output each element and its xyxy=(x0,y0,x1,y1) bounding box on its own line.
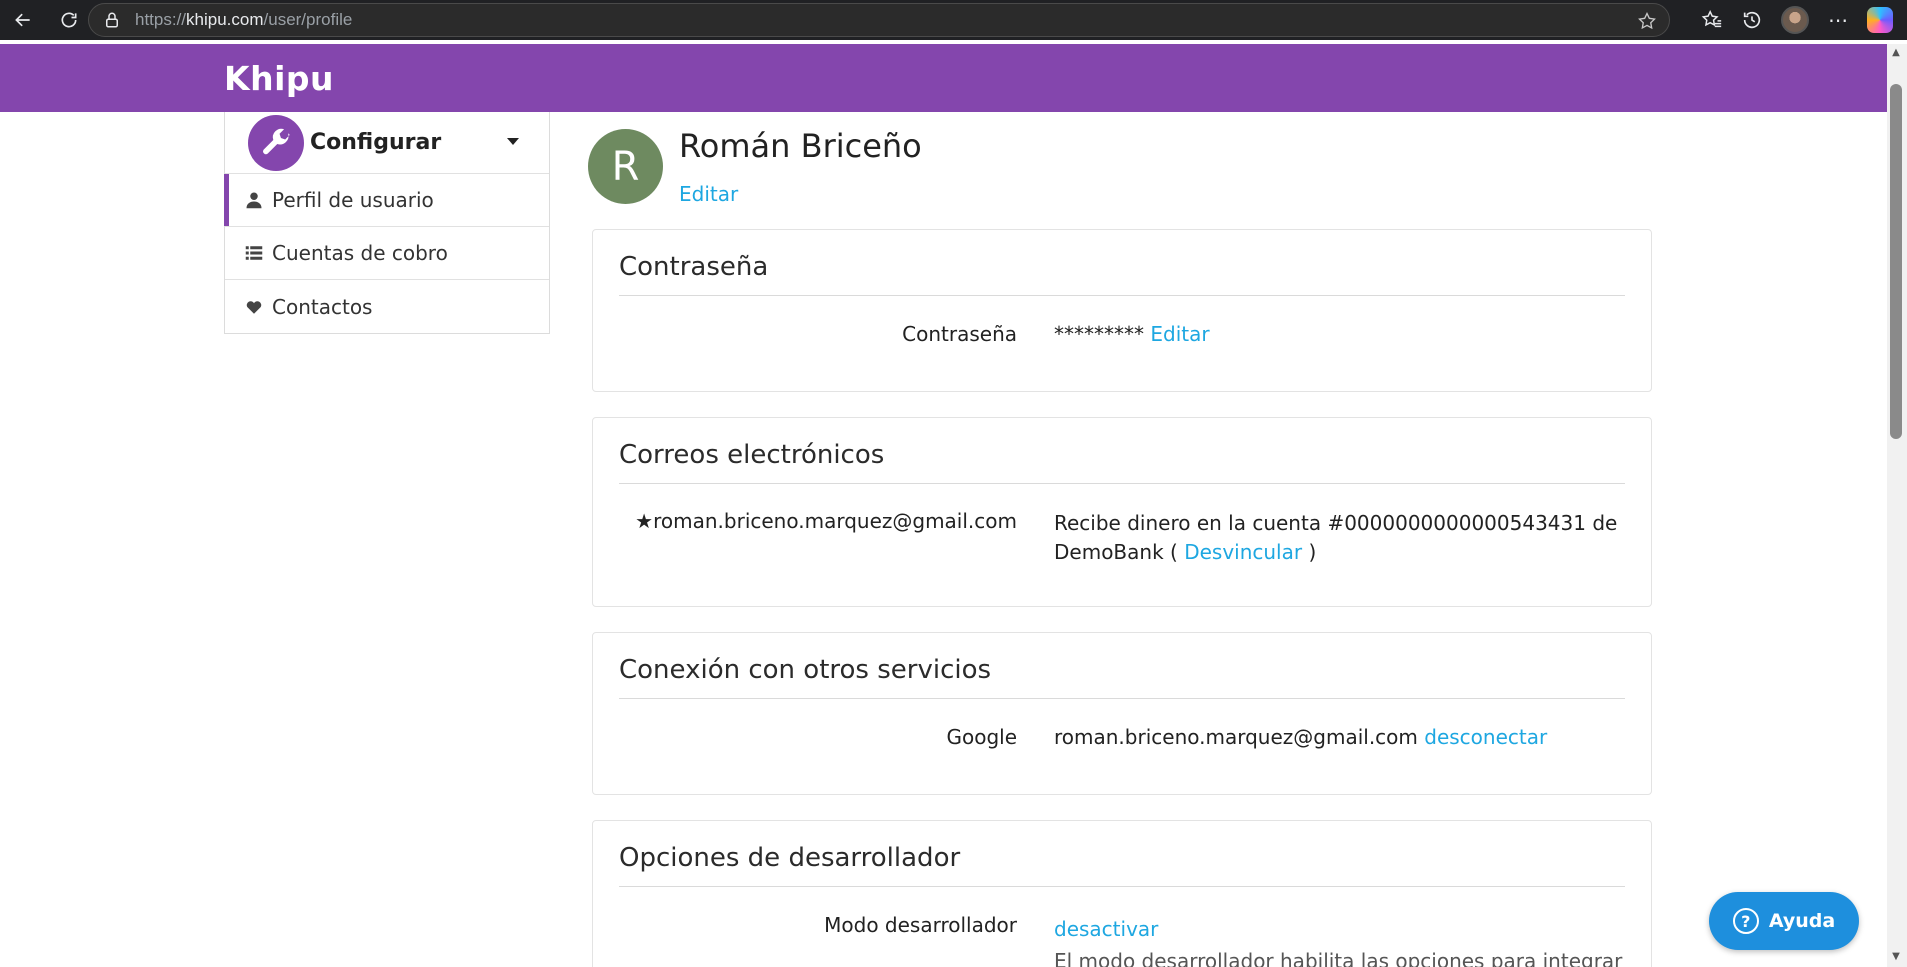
password-value: ********* Editar xyxy=(1054,322,1210,346)
browser-toolbar: https://khipu.com/user/profile ⋯ xyxy=(0,0,1907,40)
developer-mode-value: desactivar El modo desarrollador habilit… xyxy=(1054,913,1622,967)
address-bar[interactable]: https://khipu.com/user/profile xyxy=(88,3,1670,37)
heart-icon xyxy=(244,297,264,317)
google-connection: roman.briceno.marquez@gmail.com desconec… xyxy=(1054,725,1547,749)
email-desc-line1: Recibe dinero en la cuenta #000000000000… xyxy=(1054,511,1618,535)
favorite-star-icon[interactable] xyxy=(1637,11,1657,31)
scrollbar-thumb[interactable] xyxy=(1890,84,1902,439)
history-icon[interactable] xyxy=(1741,9,1763,31)
browser-actions: ⋯ xyxy=(1701,0,1907,40)
scroll-up-icon[interactable]: ▲ xyxy=(1891,48,1901,58)
user-avatar: R xyxy=(588,129,663,204)
primary-email: ★roman.briceno.marquez@gmail.com xyxy=(635,509,1017,533)
more-options-icon[interactable]: ⋯ xyxy=(1827,8,1849,32)
url-host: khipu.com xyxy=(186,10,264,29)
edit-password-link[interactable]: Editar xyxy=(1150,322,1209,346)
user-icon xyxy=(244,190,264,210)
divider xyxy=(619,295,1625,296)
edit-profile-link[interactable]: Editar xyxy=(679,182,738,206)
email-description: Recibe dinero en la cuenta #000000000000… xyxy=(1054,509,1617,567)
help-button[interactable]: ? Ayuda xyxy=(1709,892,1859,950)
copilot-icon[interactable] xyxy=(1867,7,1893,33)
deactivate-developer-link[interactable]: desactivar xyxy=(1054,913,1622,945)
connections-panel: Conexión con otros servicios Google roma… xyxy=(592,632,1652,795)
password-label: Contraseña xyxy=(902,322,1017,346)
connections-section-title: Conexión con otros servicios xyxy=(619,655,992,685)
wrench-icon xyxy=(248,114,304,171)
divider xyxy=(619,886,1625,887)
divider xyxy=(619,698,1625,699)
url-text: https://khipu.com/user/profile xyxy=(135,10,352,30)
list-icon xyxy=(244,243,264,263)
logo-text: Khipu xyxy=(224,59,334,98)
url-path: /user/profile xyxy=(263,10,353,29)
email-address: roman.briceno.marquez@gmail.com xyxy=(653,509,1017,533)
sidebar-item-label: Contactos xyxy=(272,294,373,319)
url-prefix: https:// xyxy=(135,10,187,29)
password-panel: Contraseña Contraseña ********* Editar xyxy=(592,229,1652,392)
reload-icon[interactable] xyxy=(54,5,84,35)
back-icon[interactable] xyxy=(8,5,38,35)
developer-mode-description: El modo desarrollador habilita las opcio… xyxy=(1054,949,1623,967)
disconnect-google-link[interactable]: desconectar xyxy=(1424,725,1547,749)
bank-text: DemoBank ( xyxy=(1054,540,1185,564)
bank-text-suffix: ) xyxy=(1302,540,1317,564)
sidebar-title: Configurar xyxy=(310,130,442,155)
site-header: Khipu xyxy=(0,44,1887,112)
sidebar-item-cuentas[interactable]: Cuentas de cobro xyxy=(225,227,549,280)
help-label: Ayuda xyxy=(1768,910,1836,932)
emails-panel: Correos electrónicos ★roman.briceno.marq… xyxy=(592,417,1652,607)
scroll-down-icon[interactable]: ▼ xyxy=(1891,952,1901,962)
user-name: Román Briceño xyxy=(679,127,922,165)
developer-mode-label: Modo desarrollador xyxy=(824,913,1017,937)
emails-section-title: Correos electrónicos xyxy=(619,440,885,470)
primary-star-icon: ★ xyxy=(635,509,654,533)
sidebar-item-contactos[interactable]: Contactos xyxy=(225,280,549,333)
developer-section-title: Opciones de desarrollador xyxy=(619,843,961,873)
khipu-logo[interactable]: Khipu xyxy=(224,59,334,98)
configurar-dropdown[interactable]: Configurar xyxy=(225,112,549,174)
chevron-down-icon xyxy=(507,138,519,145)
favorites-icon[interactable] xyxy=(1701,9,1723,31)
email-desc-line2: DemoBank ( Desvincular ) xyxy=(1054,538,1617,567)
password-section-title: Contraseña xyxy=(619,252,769,282)
settings-sidebar: Configurar Perfil de usuario Cuentas de … xyxy=(224,112,550,334)
google-email: roman.briceno.marquez@gmail.com xyxy=(1054,725,1418,749)
password-masked: ********* xyxy=(1054,322,1144,346)
sidebar-item-label: Perfil de usuario xyxy=(272,188,434,212)
profile-avatar-icon[interactable] xyxy=(1781,6,1809,34)
unlink-account-link[interactable]: Desvincular xyxy=(1184,540,1302,564)
sidebar-item-label: Cuentas de cobro xyxy=(272,241,448,265)
google-label: Google xyxy=(946,725,1017,749)
developer-panel: Opciones de desarrollador Modo desarroll… xyxy=(592,820,1652,967)
lock-icon xyxy=(106,12,118,28)
sidebar-item-perfil[interactable]: Perfil de usuario xyxy=(224,174,549,227)
divider xyxy=(619,483,1625,484)
question-icon: ? xyxy=(1732,908,1759,934)
